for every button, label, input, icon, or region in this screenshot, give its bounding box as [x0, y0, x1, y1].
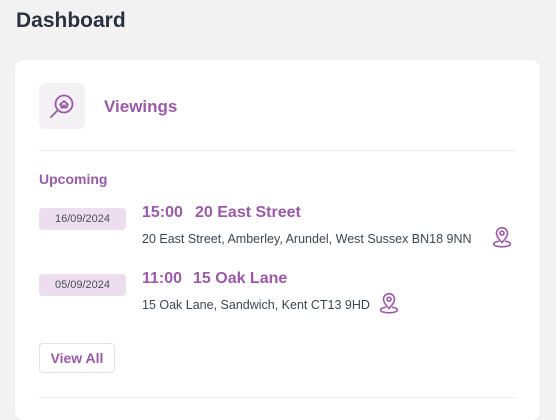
card-title: Viewings — [104, 97, 178, 116]
page-title: Dashboard — [16, 9, 126, 32]
viewing-time: 11:00 — [142, 270, 183, 287]
upcoming-label: Upcoming — [39, 171, 108, 187]
card-header: Viewings — [39, 83, 516, 151]
viewing-item[interactable]: 05/09/2024 11:00 15 Oak Lane 15 Oak Lane… — [39, 270, 519, 320]
date-badge: 05/09/2024 — [39, 274, 126, 296]
viewing-street[interactable]: 20 East Street — [195, 204, 301, 222]
viewing-address: 15 Oak Lane, Sandwich, Kent CT13 9HD — [142, 298, 370, 312]
viewing-time: 15:00 — [142, 204, 183, 221]
house-search-icon — [39, 83, 85, 129]
date-badge: 16/09/2024 — [39, 208, 126, 230]
map-pin-icon[interactable] — [379, 292, 399, 314]
viewing-address: 20 East Street, Amberley, Arundel, West … — [142, 232, 472, 246]
divider — [39, 397, 516, 398]
viewing-item[interactable]: 16/09/2024 15:00 20 East Street 20 East … — [39, 204, 519, 254]
viewings-card: Viewings Upcoming 16/09/2024 15:00 20 Ea… — [15, 60, 540, 420]
map-pin-icon[interactable] — [492, 226, 512, 248]
viewing-street[interactable]: 15 Oak Lane — [193, 270, 287, 288]
view-all-button[interactable]: View All — [39, 343, 115, 373]
